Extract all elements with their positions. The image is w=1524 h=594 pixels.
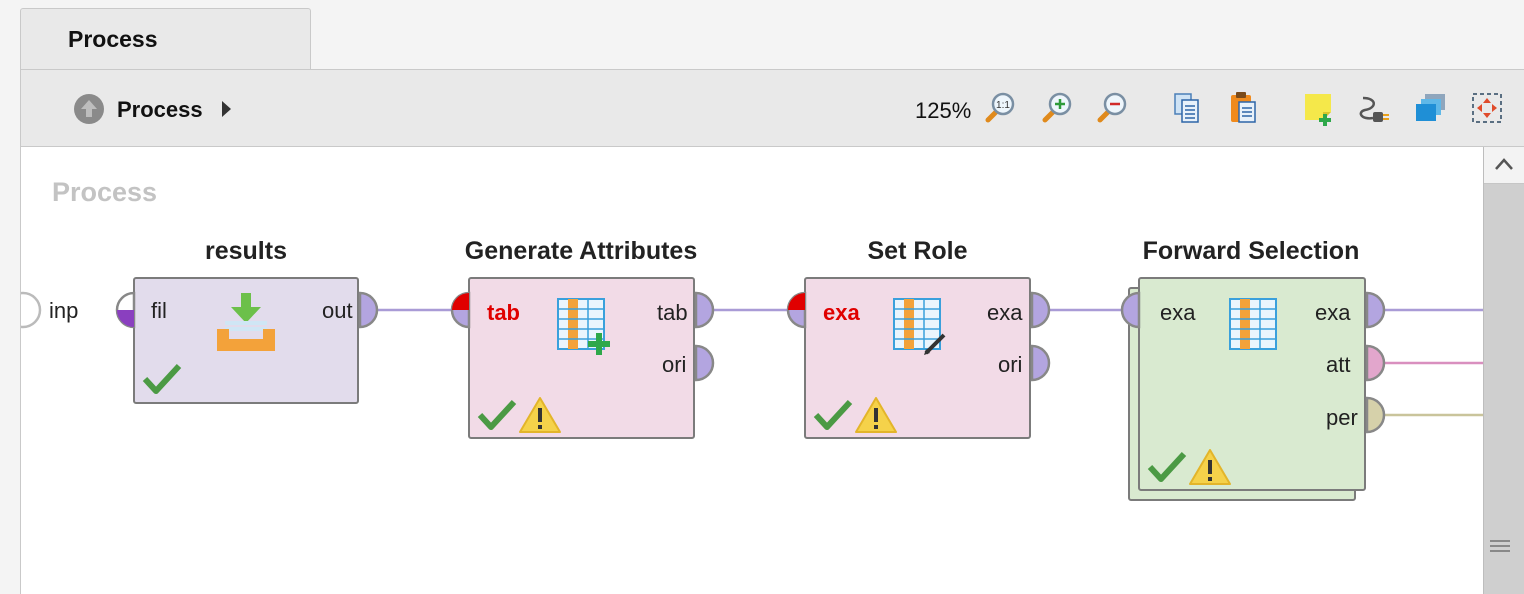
arrow-up-icon bbox=[81, 100, 97, 117]
process-tab[interactable]: Process bbox=[20, 8, 311, 70]
operator-set-role[interactable]: exa exa ori bbox=[804, 277, 1031, 439]
port-out-generate-ori[interactable] bbox=[677, 344, 715, 382]
warning-icon bbox=[855, 397, 897, 433]
warning-icon bbox=[519, 397, 561, 433]
parent-process-button[interactable] bbox=[74, 94, 104, 124]
zoom-out-icon[interactable] bbox=[1093, 90, 1129, 126]
operator-title-generate-attributes: Generate Attributes bbox=[464, 237, 698, 265]
fit-to-window-icon[interactable] bbox=[1469, 90, 1505, 126]
port-out-setrole-ori[interactable] bbox=[1013, 344, 1051, 382]
paste-icon[interactable] bbox=[1225, 90, 1261, 126]
tab-label: Process bbox=[68, 26, 158, 52]
table-icon bbox=[1229, 298, 1277, 350]
status-ok-icon bbox=[142, 363, 182, 394]
operator-title-forward-selection: Forward Selection bbox=[1142, 237, 1360, 265]
svg-text:1:1: 1:1 bbox=[996, 100, 1010, 111]
port-label-results-fil: fil bbox=[151, 298, 167, 323]
copy-icon[interactable] bbox=[1169, 90, 1205, 126]
operator-generate-attributes[interactable]: tab tab ori bbox=[468, 277, 695, 439]
process-toolbar: Process 125% 1:1 bbox=[20, 69, 1524, 147]
operator-forward-selection[interactable]: exa exa att per bbox=[1138, 277, 1366, 491]
port-label-generate-tab-in: tab bbox=[487, 300, 520, 325]
table-edit-icon bbox=[893, 298, 946, 355]
scroll-up-button[interactable] bbox=[1484, 147, 1524, 184]
port-label-forward-att-out: att bbox=[1326, 352, 1351, 377]
port-in-results-fil[interactable] bbox=[115, 291, 153, 329]
breadcrumb-arrow-icon[interactable] bbox=[222, 101, 231, 117]
zoom-level: 125% bbox=[915, 98, 972, 123]
port-out-forward-per[interactable] bbox=[1348, 396, 1386, 434]
port-label-forward-exa-out: exa bbox=[1315, 300, 1351, 325]
auto-wire-icon[interactable] bbox=[1357, 90, 1393, 126]
port-out-forward-att[interactable] bbox=[1348, 344, 1386, 382]
operator-title-results: results bbox=[205, 237, 287, 265]
scrollbar-grip[interactable] bbox=[1490, 545, 1510, 547]
port-out-results-out[interactable] bbox=[341, 291, 379, 329]
port-label-forward-exa-in: exa bbox=[1160, 300, 1196, 325]
port-in-setrole-exa[interactable] bbox=[786, 291, 824, 329]
chevron-up-icon bbox=[1495, 158, 1513, 170]
process-input-port[interactable] bbox=[20, 291, 42, 329]
layers-icon[interactable] bbox=[1413, 90, 1449, 126]
operator-results[interactable] bbox=[133, 277, 359, 404]
port-label-setrole-exa-in: exa bbox=[823, 300, 860, 325]
vertical-scrollbar[interactable] bbox=[1483, 147, 1524, 594]
port-out-generate-tab[interactable] bbox=[677, 291, 715, 329]
scrollbar-grip[interactable] bbox=[1490, 550, 1510, 552]
port-in-forward-exa[interactable] bbox=[1120, 291, 1158, 329]
table-add-icon bbox=[557, 298, 610, 355]
add-note-icon[interactable] bbox=[1301, 90, 1337, 126]
zoom-in-icon[interactable] bbox=[1038, 90, 1074, 126]
process-canvas[interactable]: Process inp results fil out Generate Att… bbox=[20, 147, 1484, 594]
operator-title-set-role: Set Role bbox=[867, 237, 968, 265]
port-in-generate-tab[interactable] bbox=[450, 291, 488, 329]
store-icon bbox=[217, 293, 275, 351]
port-out-setrole-exa[interactable] bbox=[1013, 291, 1051, 329]
zoom-actual-size-icon[interactable]: 1:1 bbox=[981, 90, 1017, 126]
port-out-forward-exa[interactable] bbox=[1348, 291, 1386, 329]
status-ok-icon bbox=[813, 399, 853, 430]
status-ok-icon bbox=[1147, 451, 1187, 482]
warning-icon bbox=[1189, 449, 1231, 485]
breadcrumb[interactable]: Process bbox=[117, 97, 203, 123]
process-input-label: inp bbox=[49, 298, 79, 323]
scrollbar-grip[interactable] bbox=[1490, 540, 1510, 542]
status-ok-icon bbox=[477, 399, 517, 430]
